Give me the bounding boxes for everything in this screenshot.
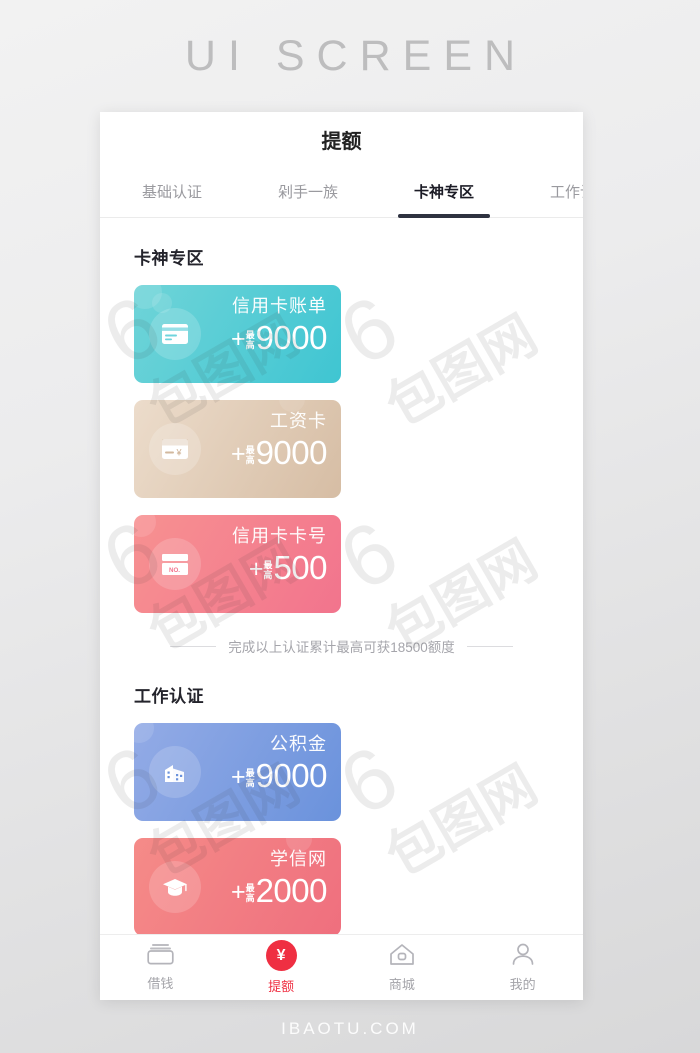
section-title-card-god-zone: 卡神专区: [134, 249, 204, 268]
tab-work-cert[interactable]: 工作认证: [512, 166, 583, 217]
max-label: 最高: [245, 768, 255, 788]
home-icon: [389, 943, 415, 969]
tab-card-god-zone[interactable]: 卡神专区: [376, 166, 512, 217]
plus-sign: +: [248, 554, 264, 583]
section-title-work-cert: 工作认证: [134, 687, 204, 706]
tabbar-label: 商城: [388, 976, 415, 992]
card-text: 学信网 + 最高 2000: [230, 849, 328, 909]
tabbar-item-profile[interactable]: 我的: [462, 935, 583, 1000]
divider-line-right: [466, 645, 513, 647]
plus-sign: +: [230, 877, 246, 906]
card-chsi[interactable]: 学信网 + 最高 2000: [134, 838, 341, 936]
note-text: 完成以上认证累计最高可获18500额度: [228, 640, 455, 655]
tabbar-label: 我的: [509, 976, 536, 992]
tab-label: 基础认证: [141, 184, 202, 201]
plus-sign: +: [230, 762, 246, 791]
max-label: 最高: [245, 883, 255, 903]
divider-line-left: [170, 645, 217, 647]
card-text: 公积金 + 最高 9000: [230, 734, 328, 794]
salary-card-icon: ¥: [149, 423, 201, 475]
building-icon: [149, 746, 201, 798]
note-card-god-zone: 完成以上认证累计最高可获18500额度: [134, 636, 549, 656]
person-icon: [511, 943, 535, 969]
card-amount-row: + 最高 2000: [230, 872, 328, 909]
tab-label: 工作认证: [549, 184, 583, 201]
wallet-icon: [147, 943, 174, 968]
svg-text:¥: ¥: [175, 448, 182, 458]
max-label: 最高: [245, 330, 255, 350]
card-label: 公积金: [270, 734, 327, 754]
card-amount: 9000: [255, 757, 328, 794]
tab-strip[interactable]: 基础认证 剁手一族 卡神专区 工作认证: [100, 166, 583, 218]
tab-basic-cert[interactable]: 基础认证: [104, 166, 240, 217]
card-amount-row: + 最高 500: [232, 549, 328, 586]
page-footer: IBAOTU.COM: [281, 1019, 419, 1038]
card-number-icon: NO.: [149, 538, 201, 590]
card-amount-row: + 最高 9000: [230, 319, 328, 356]
card-label: 学信网: [270, 849, 327, 869]
card-amount-row: + 最高 9000: [230, 434, 328, 471]
card-housing-fund[interactable]: 公积金 + 最高 9000: [134, 723, 341, 821]
card-grid-card-god-zone: 信用卡账单 + 最高 9000 ¥ 工资卡 + 最 高 9000 NO. 信用卡…: [134, 285, 549, 613]
card-salary-card[interactable]: ¥ 工资卡 + 最高 9000: [134, 400, 341, 498]
card-credit-card-bill[interactable]: 信用卡账单 + 最高 9000: [134, 285, 341, 383]
card-amount: 2000: [255, 872, 328, 909]
content-scroll[interactable]: 卡神专区 信用卡账单 + 最高 9000 ¥ 工资卡 + 最 高 9000 NO…: [100, 244, 583, 1000]
card-grid-work-cert: 公积金 + 最高 9000 学信网 + 最 高 2000: [134, 723, 549, 936]
card-label: 信用卡卡号: [232, 526, 327, 546]
card-text: 工资卡 + 最高 9000: [230, 411, 328, 471]
tab-label: 剁手一族: [277, 184, 338, 201]
tabbar-item-mall[interactable]: 商城: [342, 935, 463, 1000]
nav-title: 提额: [321, 130, 362, 153]
yuan-icon: ¥: [265, 940, 297, 971]
card-text: 信用卡账单 + 最高 9000: [230, 296, 328, 356]
svg-text:NO.: NO.: [169, 567, 180, 574]
plus-sign: +: [230, 439, 246, 468]
card-label: 信用卡账单: [232, 296, 327, 316]
tabbar-item-borrow[interactable]: 借钱: [100, 935, 221, 1000]
tab-label: 卡神专区: [413, 184, 474, 201]
max-label: 最高: [245, 445, 255, 465]
tab-shopper[interactable]: 剁手一族: [240, 166, 376, 217]
card-text: 信用卡卡号 + 最高 500: [232, 526, 328, 586]
plus-sign: +: [230, 324, 246, 353]
tabbar-label: 提额: [268, 979, 295, 994]
credit-card-icon: [149, 308, 201, 360]
card-amount: 500: [273, 549, 327, 586]
tabbar-label: 借钱: [147, 976, 174, 991]
page-title: UI SCREEN: [184, 31, 528, 80]
card-amount-row: + 最高 9000: [230, 757, 328, 794]
graduation-cap-icon: [149, 861, 201, 913]
tabbar-item-credit-limit[interactable]: ¥ 提额: [221, 935, 342, 1000]
bottom-tabbar[interactable]: 借钱 ¥ 提额 商城 我的: [100, 934, 583, 1000]
card-label: 工资卡: [270, 411, 327, 431]
card-amount: 9000: [255, 434, 328, 471]
phone-frame: 提额 基础认证 剁手一族 卡神专区 工作认证 卡神专区: [100, 112, 583, 1000]
max-label: 最高: [263, 560, 273, 580]
card-credit-card-number[interactable]: NO. 信用卡卡号 + 最高 500: [134, 515, 341, 613]
card-amount: 9000: [255, 319, 328, 356]
